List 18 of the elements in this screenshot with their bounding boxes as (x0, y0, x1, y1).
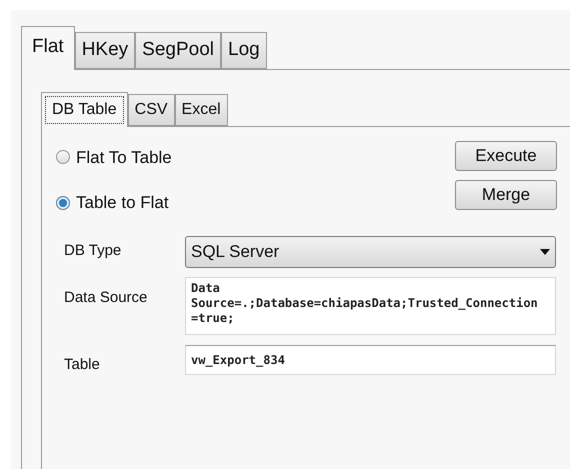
radio-option[interactable]: Flat To Table (56, 144, 172, 170)
tab[interactable]: DB Table (41, 92, 128, 126)
dropdown-arrow-icon (540, 248, 550, 254)
field-label: Table (64, 354, 101, 374)
field-label: DB Type (64, 241, 122, 262)
action-button[interactable]: Execute (455, 140, 557, 170)
tab[interactable]: Log (221, 32, 267, 68)
dropdown[interactable]: SQL Server (185, 236, 556, 268)
tab[interactable]: SegPool (135, 32, 221, 68)
input-field[interactable]: vw_Export_834 (185, 344, 556, 375)
tab[interactable]: HKey (74, 32, 136, 68)
tab[interactable]: Flat (21, 26, 75, 70)
action-button[interactable]: Merge (455, 180, 557, 210)
radio-option[interactable]: Table to Flat (56, 190, 172, 216)
tab[interactable]: CSV (128, 94, 175, 126)
tab[interactable]: Excel (174, 94, 228, 126)
input-field[interactable]: Data Source=.;Database=chiapasData;Trusted_Connection=true; (185, 276, 556, 334)
field-label: Data Source (64, 288, 148, 308)
